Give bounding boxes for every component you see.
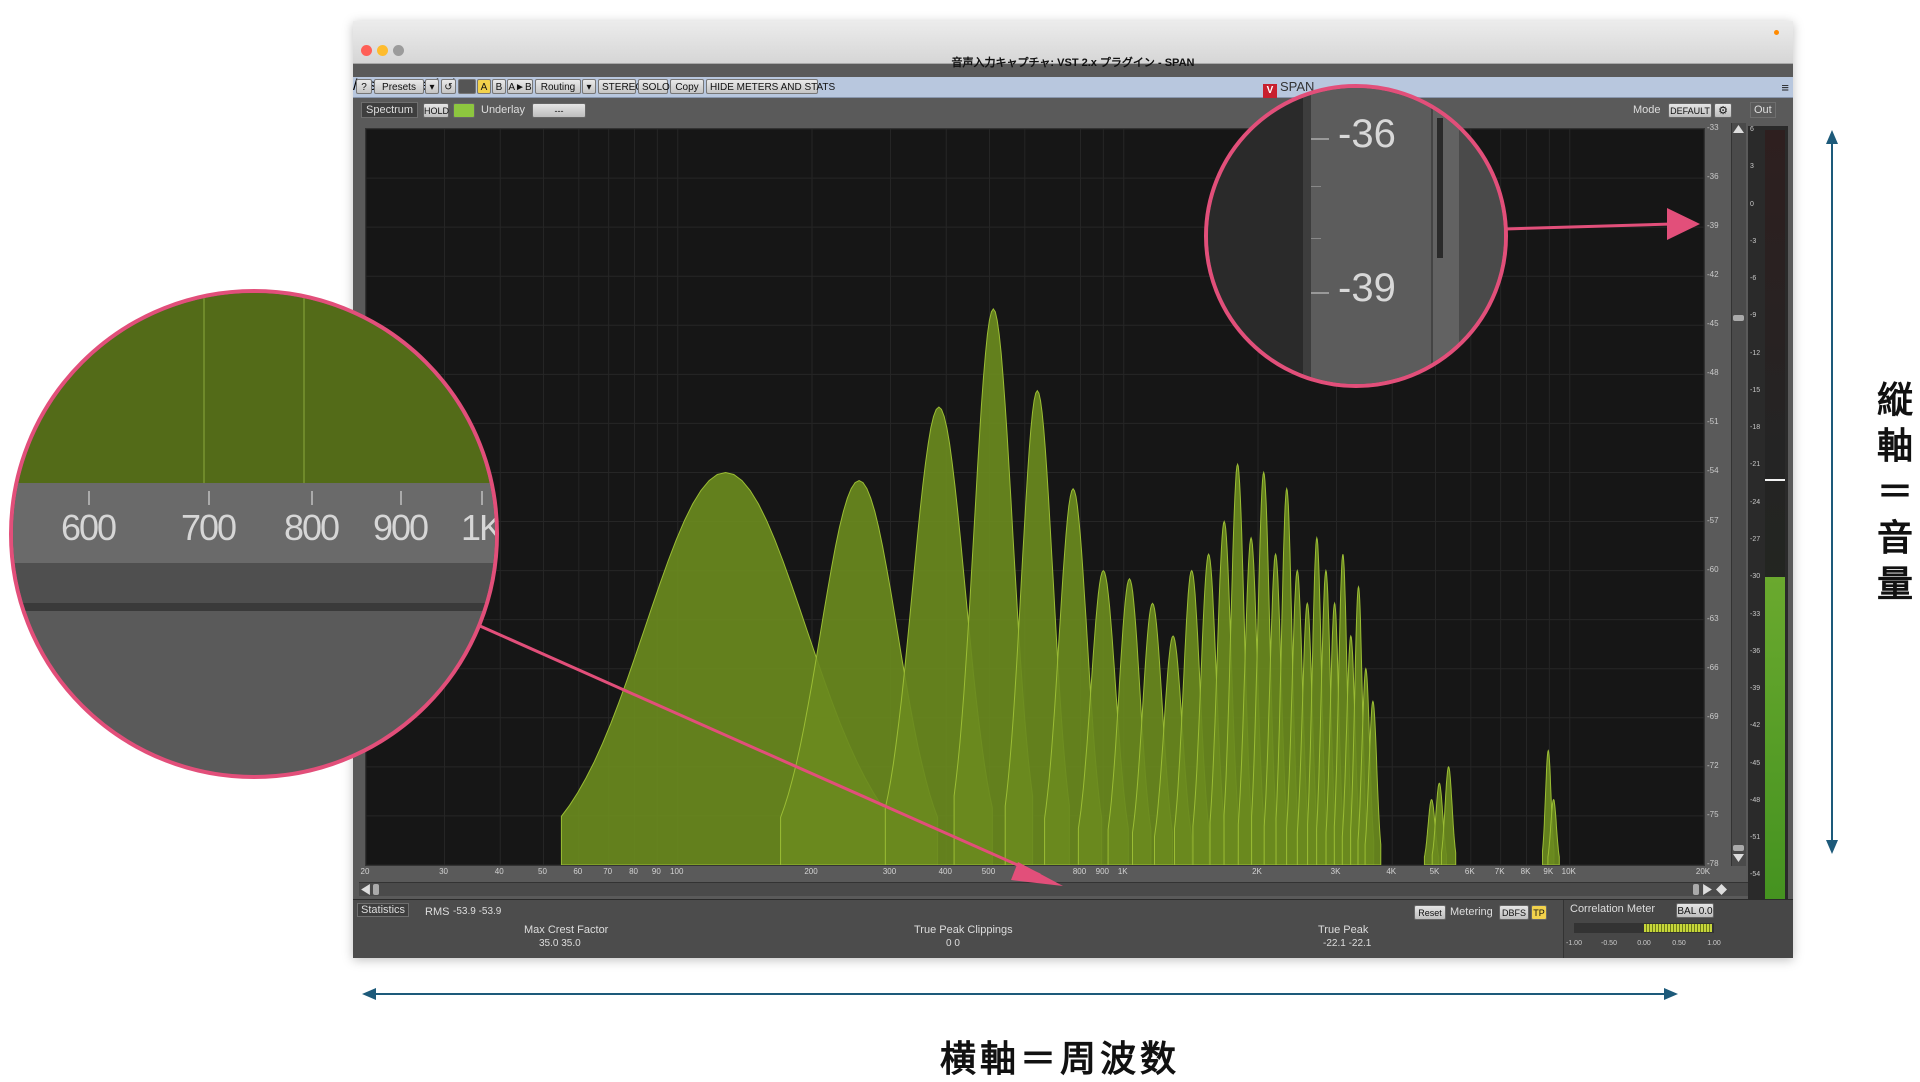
vertical-arrow-down-icon: [1826, 840, 1838, 854]
horizontal-arrow-right-icon: [1664, 988, 1678, 1000]
vertical-arrow-up-icon: [1826, 130, 1838, 144]
vertical-caption-char: 縦: [1876, 380, 1913, 421]
annotation-overlay: [362, 130, 1838, 1000]
x-zoom-pointer-arrow: [479, 624, 1041, 877]
horizontal-arrow-left-icon: [362, 988, 376, 1000]
y-zoom-arrowhead-icon: [1667, 208, 1700, 240]
y-zoom-pointer-arrow: [1504, 222, 1673, 231]
vertical-axis-caption: 縦軸 ＝ 音量: [1870, 378, 1920, 608]
vertical-caption-char: 音: [1876, 518, 1913, 559]
vertical-caption-char: 量: [1876, 564, 1913, 605]
vertical-caption-char: ＝: [1876, 472, 1913, 513]
x-zoom-arrowhead-icon: [1011, 862, 1063, 886]
horizontal-axis-caption: 横軸＝周波数: [939, 1039, 1180, 1080]
vertical-caption-char: 軸: [1876, 426, 1913, 467]
